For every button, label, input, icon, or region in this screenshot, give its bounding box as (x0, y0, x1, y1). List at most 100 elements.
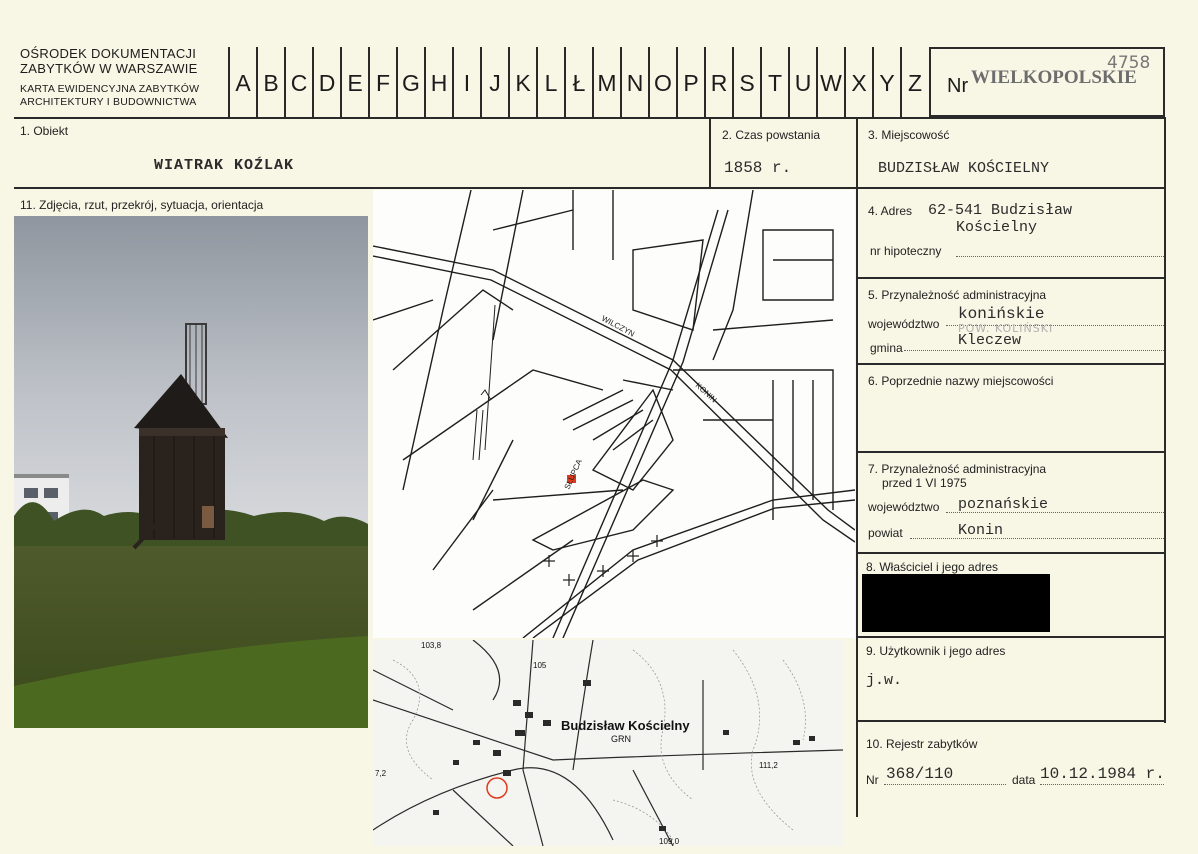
nr-box: Nr WIELKOPOLSKIE 4758 (929, 47, 1165, 117)
rule-f5 (856, 363, 1166, 365)
field-3-label: 3. Miejscowość (868, 128, 950, 142)
index-letter: J (480, 47, 508, 119)
field-5-commune-dots (904, 350, 1164, 351)
topographic-map: Budzisław Kościelny GRN 103,8 105 111,2 … (373, 640, 843, 846)
index-letter: K (508, 47, 536, 119)
org-line-1: OŚRODEK DOKUMENTACJI (20, 46, 197, 61)
alphabet-index: ABCDEFGHIJKLŁMNOPRSTUWXYZ (228, 47, 928, 119)
mortgage-number-dots (956, 256, 1164, 257)
field-7-county-value: Konin (958, 522, 1004, 539)
rule-header (14, 117, 1166, 119)
field-9-label: 9. Użytkownik i jego adres (866, 644, 1006, 658)
rule-f8 (856, 636, 1166, 638)
site-plan-drawing: WILCZYN KONIN SŁUPCA (373, 190, 855, 638)
elevation-label-5: 7,2 (375, 769, 387, 778)
topo-place-name: Budzisław Kościelny (561, 718, 690, 733)
index-letter: M (592, 47, 620, 119)
card-line-2: ARCHITEKTURY I BUDOWNICTWA (20, 96, 197, 108)
index-letter: B (256, 47, 284, 119)
nr-label: Nr (947, 75, 969, 97)
rule-f4 (856, 277, 1166, 279)
field-4-value-line-2: Kościelny (956, 219, 1038, 236)
field-5-label: 5. Przynależność administracyjna (868, 288, 1047, 302)
index-letter: N (620, 47, 648, 119)
index-letter: C (284, 47, 312, 119)
index-letter: W (816, 47, 844, 119)
topo-grn-label: GRN (611, 734, 631, 744)
redacted-owner-block (862, 574, 1050, 632)
field-5-voivodeship-label: województwo (868, 317, 940, 331)
index-letter: F (368, 47, 396, 119)
windmill-photo-image (14, 216, 368, 728)
card-line-1: KARTA EWIDENCYJNA ZABYTKÓW (20, 83, 200, 95)
field-4-value-line-1: 62-541 Budzisław (928, 202, 1073, 219)
field-5-commune-label: gmina (870, 341, 903, 355)
field-9-value: j.w. (866, 672, 903, 689)
rule-vert-right (856, 117, 858, 817)
windmill-circle-marker (486, 777, 508, 799)
field-6-label: 6. Poprzednie nazwy miejscowości (868, 374, 1054, 388)
topographic-map-drawing: Budzisław Kościelny GRN 103,8 105 111,2 … (373, 640, 843, 846)
index-letter: P (676, 47, 704, 119)
index-letter: L (536, 47, 564, 119)
index-letter: D (312, 47, 340, 119)
cemetery-crosses (543, 535, 663, 586)
field-2-value: 1858 r. (724, 159, 792, 177)
organization-name: OŚRODEK DOKUMENTACJI ZABYTKÓW W WARSZAWI… (20, 46, 198, 76)
elevation-label-3: 111,2 (759, 761, 778, 770)
field-10-date-value: 10.12.1984 r. (1040, 765, 1165, 783)
index-letter: E (340, 47, 368, 119)
nr-handwritten: 4758 (1107, 53, 1151, 73)
index-letter: S (732, 47, 760, 119)
index-letter: U (788, 47, 816, 119)
org-line-2: ZABYTKÓW W WARSZAWIE (20, 61, 198, 76)
field-1-value: WIATRAK KOŹLAK (154, 157, 295, 174)
field-10-date-dots (1040, 784, 1164, 785)
field-7-voivodeship-value: poznańskie (958, 496, 1049, 513)
field-10-label: 10. Rejestr zabytków (866, 737, 978, 751)
index-letter: I (452, 47, 480, 119)
street-label-slupca: SŁUPCA (563, 457, 585, 491)
rule-row1 (14, 187, 1166, 189)
field-11-label: 11. Zdjęcia, rzut, przekrój, sytuacja, o… (20, 198, 264, 212)
field-7-voivodeship-label: województwo (868, 500, 940, 514)
elevation-label-1: 103,8 (421, 641, 442, 650)
rule-vert-f2 (709, 117, 711, 189)
index-letter: Ł (564, 47, 592, 119)
field-10-number-value: 368/110 (886, 765, 954, 783)
field-5-commune-value: Kleczew (958, 332, 1022, 349)
windmill-photo (14, 216, 368, 728)
street-label-konin: KONIN (694, 381, 719, 405)
index-letter: O (648, 47, 676, 119)
card-type: KARTA EWIDENCYJNA ZABYTKÓW ARCHITEKTURY … (20, 83, 199, 109)
field-7-label-date: przed 1 VI 1975 (882, 476, 967, 490)
field-4-label: 4. Adres (868, 204, 913, 218)
field-7-county-dots (910, 538, 1164, 539)
rule-vert-edge (1164, 117, 1166, 723)
index-letter: Z (900, 47, 928, 119)
index-letter: R (704, 47, 732, 119)
field-2-label: 2. Czas powstania (722, 128, 821, 142)
field-1-label: 1. Obiekt (20, 124, 69, 138)
field-3-value: BUDZISŁAW KOŚCIELNY (878, 160, 1050, 177)
mortgage-number-label: nr hipoteczny (870, 244, 942, 258)
rule-f9 (856, 720, 1166, 722)
field-5-voivodeship-value: konińskie (958, 305, 1045, 323)
index-letter: X (844, 47, 872, 119)
field-7-label: 7. Przynależność administracyjna (868, 462, 1047, 476)
field-10-date-label: data (1012, 773, 1036, 787)
rule-f6 (856, 451, 1166, 453)
north-arrow (472, 304, 496, 461)
index-letter: Y (872, 47, 900, 119)
field-7-voivodeship-dots (946, 512, 1164, 513)
index-letter: A (228, 47, 256, 119)
field-10-number-dots (884, 784, 1006, 785)
field-10-number-label: Nr (866, 773, 879, 787)
field-7-county-label: powiat (868, 526, 903, 540)
elevation-label-2: 105 (533, 661, 547, 670)
index-letter: G (396, 47, 424, 119)
field-8-label: 8. Właściciel i jego adres (866, 560, 999, 574)
rule-vert-org (228, 47, 230, 119)
site-plan-map: WILCZYN KONIN SŁUPCA (373, 190, 855, 638)
index-letter: T (760, 47, 788, 119)
